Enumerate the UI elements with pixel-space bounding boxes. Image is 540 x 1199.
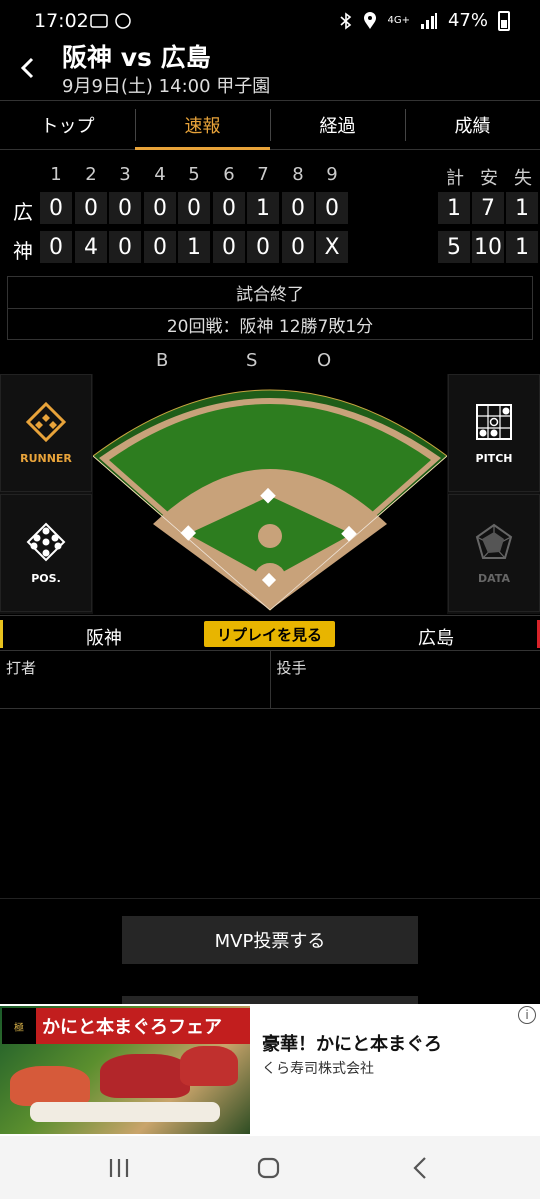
bluetooth-icon: [340, 11, 352, 30]
inning-header: 2: [85, 164, 97, 185]
baseball-field: [93, 374, 447, 614]
team-home-label[interactable]: 阪神: [86, 624, 122, 650]
game-result-box: 試合終了 20回戦：阪神 12勝7敗1分: [7, 276, 533, 340]
ad-logo: 極: [2, 1008, 36, 1044]
strike-count-label: S: [246, 350, 258, 371]
team-away-label[interactable]: 広島: [418, 624, 454, 650]
ball-count-label: B: [156, 350, 169, 371]
score-cell: 0: [213, 231, 245, 263]
pos-label: POS.: [31, 571, 61, 585]
runner-diamond-icon: [26, 401, 66, 442]
errors-cell: 1: [506, 231, 538, 263]
scoreboard: 1 2 3 4 5 6 7 8 9 計 安 失 広 0 0 0 0 0 0 1 …: [0, 158, 540, 268]
score-cell: 0: [282, 231, 314, 263]
game-header: 阪神 vs 広島 9月9日(土) 14:00 甲子園: [0, 43, 540, 100]
inning-header: 1: [50, 164, 62, 185]
notification-icon: [90, 14, 108, 28]
tigers-color-bar: [0, 620, 3, 648]
page-title: 阪神 vs 広島: [62, 43, 211, 72]
score-cell: 0: [40, 192, 72, 224]
inning-header: 8: [292, 164, 304, 185]
pitch-grid-icon: [476, 403, 512, 440]
inning-header: 3: [119, 164, 131, 185]
next-button-partial[interactable]: [122, 996, 418, 1004]
away-team-label: 広: [13, 200, 33, 224]
ad-banner[interactable]: 極 かにと本まぐろフェア 豪華！かにと本まぐろ くら寿司株式会社 i: [0, 1004, 540, 1136]
total-runs-header: 計: [446, 168, 464, 189]
field-panel: RUNNER POS. PITCH DATA: [0, 374, 540, 614]
runner-button[interactable]: RUNNER: [0, 374, 92, 492]
score-cell: 0: [316, 192, 348, 224]
inning-header: 6: [223, 164, 235, 185]
errors-header: 失: [514, 168, 532, 189]
battery-icon: [498, 10, 510, 31]
errors-cell: 1: [506, 192, 538, 224]
score-cell: 0: [247, 231, 279, 263]
inning-header: 7: [257, 164, 269, 185]
score-cell: 0: [75, 192, 107, 224]
batter-label: 打者: [0, 651, 271, 708]
nav-back-icon[interactable]: [408, 1156, 434, 1180]
batter-pitcher-panel: 打者 投手: [0, 651, 540, 709]
recent-apps-icon[interactable]: [106, 1156, 132, 1180]
network-label: 4G+: [387, 15, 410, 26]
home-icon[interactable]: [256, 1156, 282, 1180]
chat-icon: [115, 13, 131, 29]
signal-icon: [420, 12, 437, 29]
inning-header: 9: [326, 164, 338, 185]
score-cell: 1: [178, 231, 210, 263]
out-count-label: O: [317, 350, 332, 371]
tab-progress[interactable]: 経過: [270, 101, 405, 149]
ad-banner-text: かにと本まぐろフェア: [36, 1008, 250, 1044]
score-cell: 0: [282, 192, 314, 224]
radar-chart-icon: [475, 523, 513, 559]
home-team-label: 神: [13, 239, 33, 263]
battery-percent: 47%: [447, 10, 488, 31]
tab-live[interactable]: 速報: [135, 101, 270, 150]
score-cell: 0: [213, 192, 245, 224]
hits-cell: 10: [472, 231, 504, 263]
hits-header: 安: [480, 168, 498, 189]
data-label: DATA: [478, 571, 510, 585]
score-cell: 0: [40, 231, 72, 263]
score-cell: 0: [178, 192, 210, 224]
hits-cell: 7: [472, 192, 504, 224]
system-nav-bar: [0, 1136, 540, 1199]
ad-title[interactable]: 豪華！かにと本まぐろ: [262, 1030, 442, 1056]
tab-top[interactable]: トップ: [0, 101, 135, 149]
tab-bar: トップ 速報 経過 成績: [0, 100, 540, 150]
season-record: 20回戦：阪神 12勝7敗1分: [166, 316, 374, 337]
score-cell: X: [316, 231, 348, 263]
pitch-label: PITCH: [475, 451, 513, 465]
game-status: 試合終了: [8, 277, 532, 309]
status-time: 17:02: [34, 10, 89, 32]
game-info: 9月9日(土) 14:00 甲子園: [62, 76, 271, 97]
inning-header: 4: [154, 164, 166, 185]
replay-button[interactable]: リプレイを見る: [204, 621, 335, 647]
location-icon: [364, 11, 377, 29]
total-runs-cell: 1: [438, 192, 470, 224]
section-divider: [0, 898, 540, 899]
ad-info-icon[interactable]: i: [518, 1006, 536, 1024]
data-button[interactable]: DATA: [448, 494, 540, 612]
tab-stats[interactable]: 成績: [405, 101, 540, 149]
score-cell: 0: [109, 231, 141, 263]
score-cell: 0: [109, 192, 141, 224]
score-cell: 4: [75, 231, 107, 263]
runner-label: RUNNER: [20, 451, 72, 465]
pitcher-label: 投手: [276, 659, 307, 677]
ad-advertiser: くら寿司株式会社: [262, 1061, 374, 1077]
pitch-button[interactable]: PITCH: [448, 374, 540, 492]
position-icon: [26, 522, 66, 561]
score-cell: 0: [144, 231, 176, 263]
inning-header: 5: [188, 164, 200, 185]
back-arrow-icon[interactable]: [16, 56, 40, 80]
mvp-vote-button[interactable]: MVP投票する: [122, 916, 418, 964]
score-cell: 0: [144, 192, 176, 224]
total-runs-cell: 5: [438, 231, 470, 263]
ad-image[interactable]: 極 かにと本まぐろフェア: [0, 1006, 250, 1134]
team-strip: 阪神 リプレイを見る 広島: [0, 615, 540, 651]
position-button[interactable]: POS.: [0, 494, 92, 612]
score-cell: 1: [247, 192, 279, 224]
